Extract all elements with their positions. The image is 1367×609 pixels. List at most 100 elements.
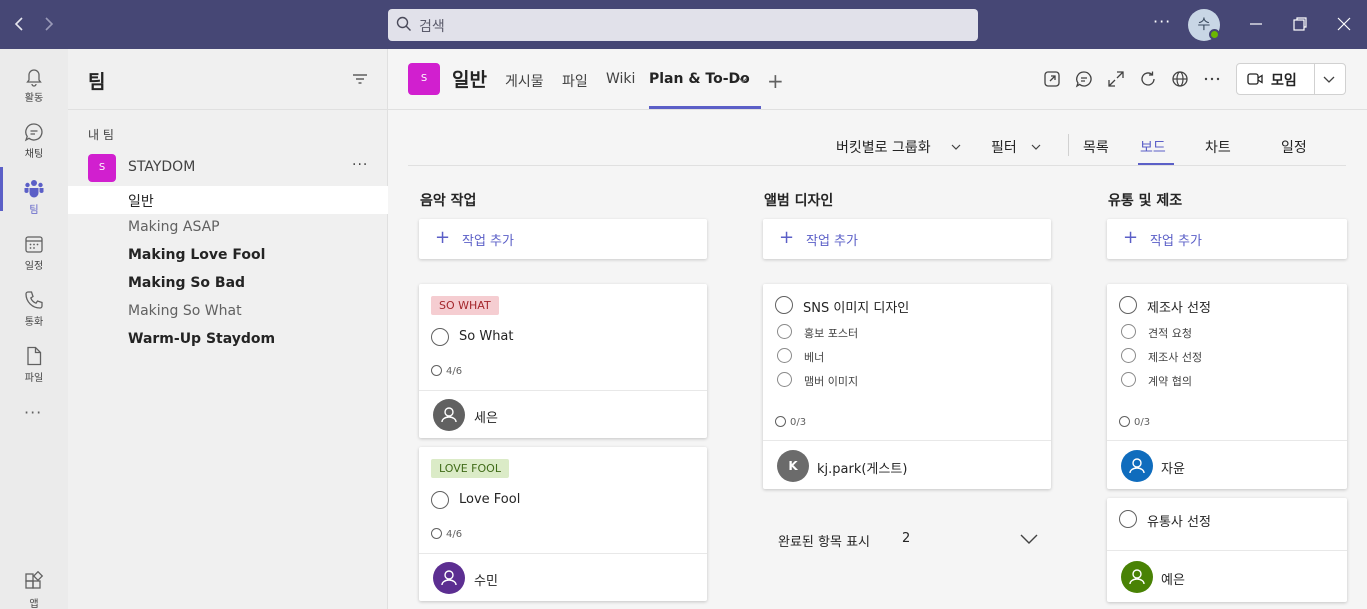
person-icon [1129,458,1145,474]
bell-icon [26,69,42,87]
chevron-down-icon[interactable] [738,76,748,84]
complete-checkbox[interactable] [431,491,449,509]
divider [68,109,388,110]
divider [419,553,707,554]
channel-item[interactable]: 일반 [68,186,388,214]
channel-header: S 일반 게시물 파일 Wiki Plan & To-Do + 모임 [388,49,1367,109]
rail-item-apps[interactable]: 앱 [0,567,68,609]
filter-icon[interactable] [352,73,368,85]
tab-wiki[interactable]: Wiki [606,71,635,87]
panel-title: 팀 [88,71,106,93]
filter-button[interactable]: 필터 [991,137,1017,157]
complete-checkbox[interactable] [1119,296,1137,314]
rail-item-teams[interactable]: 팀 [0,169,68,219]
task-card[interactable]: SNS 이미지 디자인 홍보 포스터 베너 맴버 이미지 0/3 K kj.pa… [763,284,1051,489]
restore-icon[interactable] [1290,14,1310,34]
chevron-down-icon[interactable] [951,143,961,151]
subtask-checkbox[interactable] [777,372,792,387]
popout-icon[interactable] [1042,69,1062,89]
task-title: 제조사 선정 [1147,301,1211,316]
view-schedule[interactable]: 일정 [1281,137,1307,157]
more-options-icon[interactable] [1202,69,1222,89]
task-card[interactable]: LOVE FOOL Love Fool 4/6 수민 [419,447,707,601]
task-card[interactable]: 제조사 선정 견적 요청 제조사 선정 계약 협의 0/3 자윤 [1107,284,1347,489]
channel-name: Making Love Fool [128,247,266,263]
task-title: 유통사 선정 [1147,515,1211,530]
rail-item-calendar[interactable]: 일정 [0,225,68,275]
progress-text: 4/6 [446,366,463,377]
expand-icon[interactable] [1106,69,1126,89]
channel-item[interactable]: Making So Bad [68,270,388,298]
view-charts[interactable]: 차트 [1205,137,1231,157]
avatar: K [777,450,809,482]
planner-toolbar: 버킷별로 그룹화 필터 목록 보드 차트 일정 [408,122,1346,166]
back-arrow-icon[interactable] [10,14,30,34]
subtask-text: 홍보 포스터 [804,327,859,340]
progress-text: 4/6 [446,529,463,540]
channel-item[interactable]: Making Love Fool [68,242,388,270]
subtask-text: 베너 [804,351,825,364]
team-more-icon[interactable]: ··· [352,157,368,173]
group-by-button[interactable]: 버킷별로 그룹화 [836,137,931,157]
channel-item[interactable]: Making So What [68,298,388,326]
search-input[interactable]: 검색 [388,9,978,41]
subtask-text: 맴버 이미지 [804,375,859,388]
channel-item[interactable]: Warm-Up Staydom [68,326,388,354]
subtask-checkbox[interactable] [1121,348,1136,363]
progress-text: 0/3 [790,417,807,428]
add-tab-icon[interactable]: + [767,69,784,93]
show-completed-button[interactable]: 완료된 항목 표시 [778,531,870,550]
globe-icon[interactable] [1170,69,1190,89]
view-board[interactable]: 보드 [1140,137,1166,157]
forward-arrow-icon[interactable] [38,14,58,34]
add-task-button[interactable]: + 작업 추가 [763,219,1051,259]
chat-icon [24,123,43,142]
checklist-icon [1119,416,1130,427]
more-options-icon[interactable]: ··· [1153,12,1171,31]
subtask-text: 제조사 선정 [1148,351,1203,364]
completed-count: 2 [902,531,911,546]
close-icon[interactable] [1334,14,1354,34]
subtask-checkbox[interactable] [1121,324,1136,339]
tab-posts[interactable]: 게시물 [505,71,544,91]
rail-item-chat[interactable]: 채팅 [0,113,68,163]
rail-label: 일정 [24,261,44,272]
chevron-down-icon[interactable] [1031,143,1041,151]
teams-icon [24,180,44,198]
channel-item[interactable]: Making ASAP [68,214,388,242]
meet-button[interactable]: 모임 [1236,63,1346,95]
apps-icon [25,571,44,589]
tab-files[interactable]: 파일 [562,71,588,91]
rail-item-files[interactable]: 파일 [0,337,68,387]
file-icon [27,346,42,366]
divider [1107,440,1347,441]
rail-more-icon[interactable]: ··· [24,403,42,422]
task-card[interactable]: SO WHAT So What 4/6 세은 [419,284,707,438]
team-item-staydom[interactable]: S STAYDOM ··· [68,153,388,183]
complete-checkbox[interactable] [431,328,449,346]
complete-checkbox[interactable] [1119,510,1137,528]
minimize-icon[interactable] [1246,14,1266,34]
team-avatar: S [88,154,116,182]
rail-item-calls[interactable]: 통화 [0,281,68,331]
rail-label: 채팅 [24,149,44,160]
rail-item-activity[interactable]: 활동 [0,57,68,107]
main-content: S 일반 게시물 파일 Wiki Plan & To-Do + 모임 버킷별로 … [388,49,1367,609]
chevron-down-icon[interactable] [1020,533,1038,545]
subtask-checkbox[interactable] [777,348,792,363]
channel-name: Making ASAP [128,219,220,235]
tab-plan-todo[interactable]: Plan & To-Do [649,71,750,87]
subtask-checkbox[interactable] [777,324,792,339]
task-card[interactable]: 유통사 선정 예은 [1107,498,1347,602]
complete-checkbox[interactable] [775,296,793,314]
subtask-checkbox[interactable] [1121,372,1136,387]
team-name: STAYDOM [128,159,196,175]
add-task-button[interactable]: + 작업 추가 [1107,219,1347,259]
subtask-text: 계약 협의 [1148,375,1192,388]
view-list[interactable]: 목록 [1083,137,1109,157]
section-label: 내 팀 [88,128,114,142]
add-task-button[interactable]: + 작업 추가 [419,219,707,259]
chevron-down-icon[interactable] [1323,74,1335,84]
refresh-icon[interactable] [1138,69,1158,89]
conversation-icon[interactable] [1074,69,1094,89]
